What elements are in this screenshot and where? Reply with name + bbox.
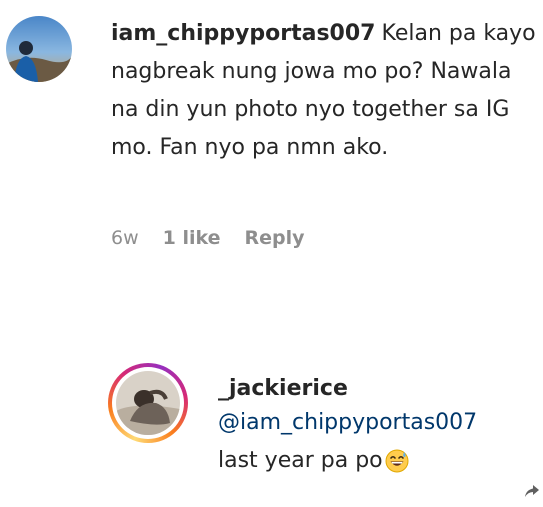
reply-button[interactable]: Reply: [245, 227, 305, 249]
comment-body: iam_chippyportas007 Kelan pa kayo nagbrea…: [111, 15, 536, 167]
share-arrow-icon[interactable]: [524, 484, 540, 498]
story-ring-gap: [112, 367, 184, 439]
profile-photo-icon: [116, 371, 180, 435]
profile-photo-icon: [6, 16, 72, 82]
replier-avatar: [116, 371, 180, 435]
mention-link[interactable]: @iam_chippyportas007: [218, 410, 477, 435]
comment-time[interactable]: 6w: [111, 227, 139, 249]
comment-meta: 6w 1 like Reply: [111, 227, 305, 249]
grinning-sweat-emoji-icon: [385, 449, 409, 472]
reply-body: last year pa po: [218, 448, 409, 473]
reply-comment: _jackierice @iam_chippyportas007 last ye…: [0, 356, 543, 507]
story-ring[interactable]: [108, 363, 188, 443]
commenter-avatar[interactable]: [6, 16, 72, 82]
comment-likes[interactable]: 1 like: [163, 227, 221, 249]
replier-username[interactable]: _jackierice: [218, 376, 348, 401]
reply-text: last year pa po: [218, 448, 383, 473]
commenter-username[interactable]: iam_chippyportas007: [111, 21, 375, 46]
